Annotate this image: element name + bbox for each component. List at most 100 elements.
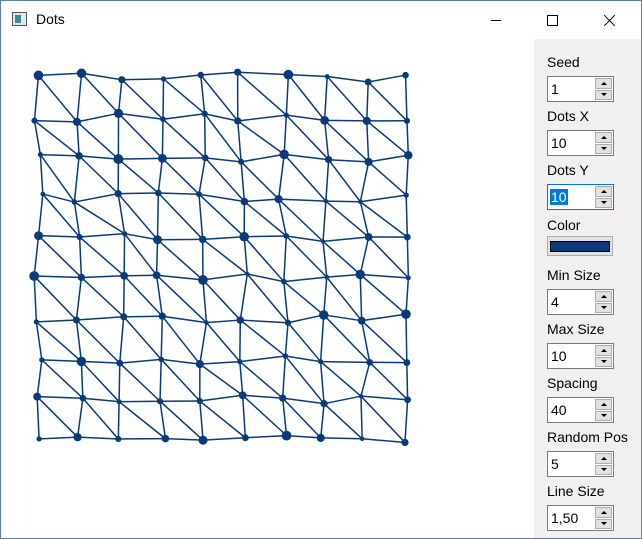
- mesh-line: [283, 281, 289, 323]
- mesh-line: [160, 358, 201, 402]
- mesh-line: [237, 71, 289, 76]
- max-size-stepper[interactable]: 10: [547, 343, 614, 369]
- mesh-line: [404, 75, 408, 121]
- title-bar[interactable]: Dots: [1, 1, 641, 39]
- window-title: Dots: [36, 11, 65, 27]
- dot: [118, 76, 126, 84]
- mesh-line: [287, 322, 322, 363]
- spacing-up-button[interactable]: [595, 399, 612, 410]
- mesh-line: [81, 360, 120, 364]
- mesh-line: [161, 358, 200, 365]
- mesh-line: [282, 397, 325, 405]
- min-size-stepper[interactable]: 4: [547, 289, 614, 315]
- mesh-line: [117, 401, 120, 440]
- dots-x-up-button[interactable]: [595, 132, 612, 143]
- random-pos-down-button[interactable]: [595, 464, 612, 475]
- dot: [318, 310, 329, 320]
- line-size-label: Line Size: [547, 483, 605, 499]
- seed-up-button[interactable]: [595, 78, 612, 89]
- dots-y-value[interactable]: 10: [550, 189, 568, 205]
- dot: [362, 116, 371, 125]
- max-size-up-button[interactable]: [595, 345, 612, 356]
- maximize-button[interactable]: [529, 1, 575, 39]
- dots-x-label: Dots X: [547, 108, 590, 124]
- mesh-line: [239, 355, 286, 363]
- dot: [357, 316, 366, 325]
- seed-stepper[interactable]: 1: [547, 76, 614, 102]
- spacing-down-button[interactable]: [595, 410, 612, 421]
- min-size-value[interactable]: 4: [551, 294, 559, 310]
- min-size-up-button[interactable]: [595, 291, 612, 302]
- close-button[interactable]: [587, 1, 633, 39]
- line-size-value[interactable]: 1,50: [551, 510, 578, 526]
- dot: [76, 68, 87, 78]
- mesh-line: [239, 361, 284, 399]
- mesh-line: [202, 235, 245, 241]
- color-picker-button[interactable]: [547, 236, 613, 256]
- seed-value[interactable]: 1: [551, 81, 559, 97]
- mesh-line: [37, 395, 83, 399]
- mesh-line: [205, 157, 242, 163]
- app-window: Dots Seed 1 Dots X 10 Dots Y 10 Color Mi…: [0, 0, 642, 539]
- mesh-line: [203, 113, 206, 158]
- arrow-down-icon: [600, 468, 607, 472]
- dot: [404, 150, 413, 160]
- dot: [115, 435, 122, 443]
- dot: [283, 69, 294, 80]
- mesh-line: [162, 112, 205, 120]
- dot: [121, 231, 128, 237]
- mesh-line: [286, 434, 321, 439]
- random-pos-value[interactable]: 5: [551, 456, 559, 472]
- line-size-stepper[interactable]: 1,50: [547, 505, 614, 531]
- mesh-line: [204, 157, 245, 203]
- seed-down-button[interactable]: [595, 89, 612, 100]
- min-size-down-button[interactable]: [595, 302, 612, 313]
- line-size-down-button[interactable]: [595, 518, 612, 529]
- mesh-line: [165, 437, 204, 441]
- mesh-line: [117, 79, 123, 114]
- mesh-line: [319, 361, 325, 404]
- spacing-value[interactable]: 40: [551, 402, 567, 418]
- mesh-line: [199, 74, 206, 114]
- mesh-line: [287, 74, 326, 121]
- mesh-line: [239, 273, 249, 321]
- mesh-line: [366, 81, 369, 121]
- dots-y-up-button[interactable]: [595, 186, 612, 197]
- mesh-line: [74, 201, 125, 235]
- mesh-line: [326, 76, 368, 122]
- mesh-line: [78, 237, 83, 278]
- random-pos-stepper[interactable]: 5: [547, 451, 614, 477]
- dots-x-value[interactable]: 10: [551, 135, 567, 151]
- dots-x-down-button[interactable]: [595, 143, 612, 154]
- mesh-line: [79, 232, 125, 238]
- mesh-line: [199, 394, 243, 402]
- mesh-line: [77, 436, 119, 440]
- mesh-line: [245, 434, 287, 439]
- mesh-line: [161, 157, 200, 195]
- max-size-value[interactable]: 10: [551, 348, 567, 364]
- dots-canvas: [1, 39, 534, 538]
- mesh-line: [76, 112, 119, 123]
- spacing-stepper[interactable]: 40: [547, 397, 614, 423]
- line-size-up-button[interactable]: [595, 507, 612, 518]
- dot: [33, 392, 42, 401]
- dots-y-stepper[interactable]: 10: [547, 184, 614, 210]
- max-size-down-button[interactable]: [595, 356, 612, 367]
- arrow-up-icon: [600, 81, 607, 85]
- mesh-line: [277, 154, 285, 200]
- mesh-line: [327, 75, 369, 83]
- arrow-up-icon: [600, 402, 607, 406]
- minimize-button[interactable]: [473, 1, 519, 39]
- dot: [405, 275, 411, 281]
- random-pos-up-button[interactable]: [595, 453, 612, 464]
- mesh-line: [284, 153, 329, 161]
- dots-y-down-button[interactable]: [595, 197, 612, 208]
- mesh-line: [285, 74, 290, 116]
- dot: [36, 436, 42, 442]
- dot: [318, 359, 324, 365]
- mesh-line: [320, 361, 362, 397]
- dot: [364, 233, 373, 241]
- dots-x-stepper[interactable]: 10: [547, 130, 614, 156]
- mesh-line: [406, 120, 410, 156]
- dot: [238, 158, 245, 165]
